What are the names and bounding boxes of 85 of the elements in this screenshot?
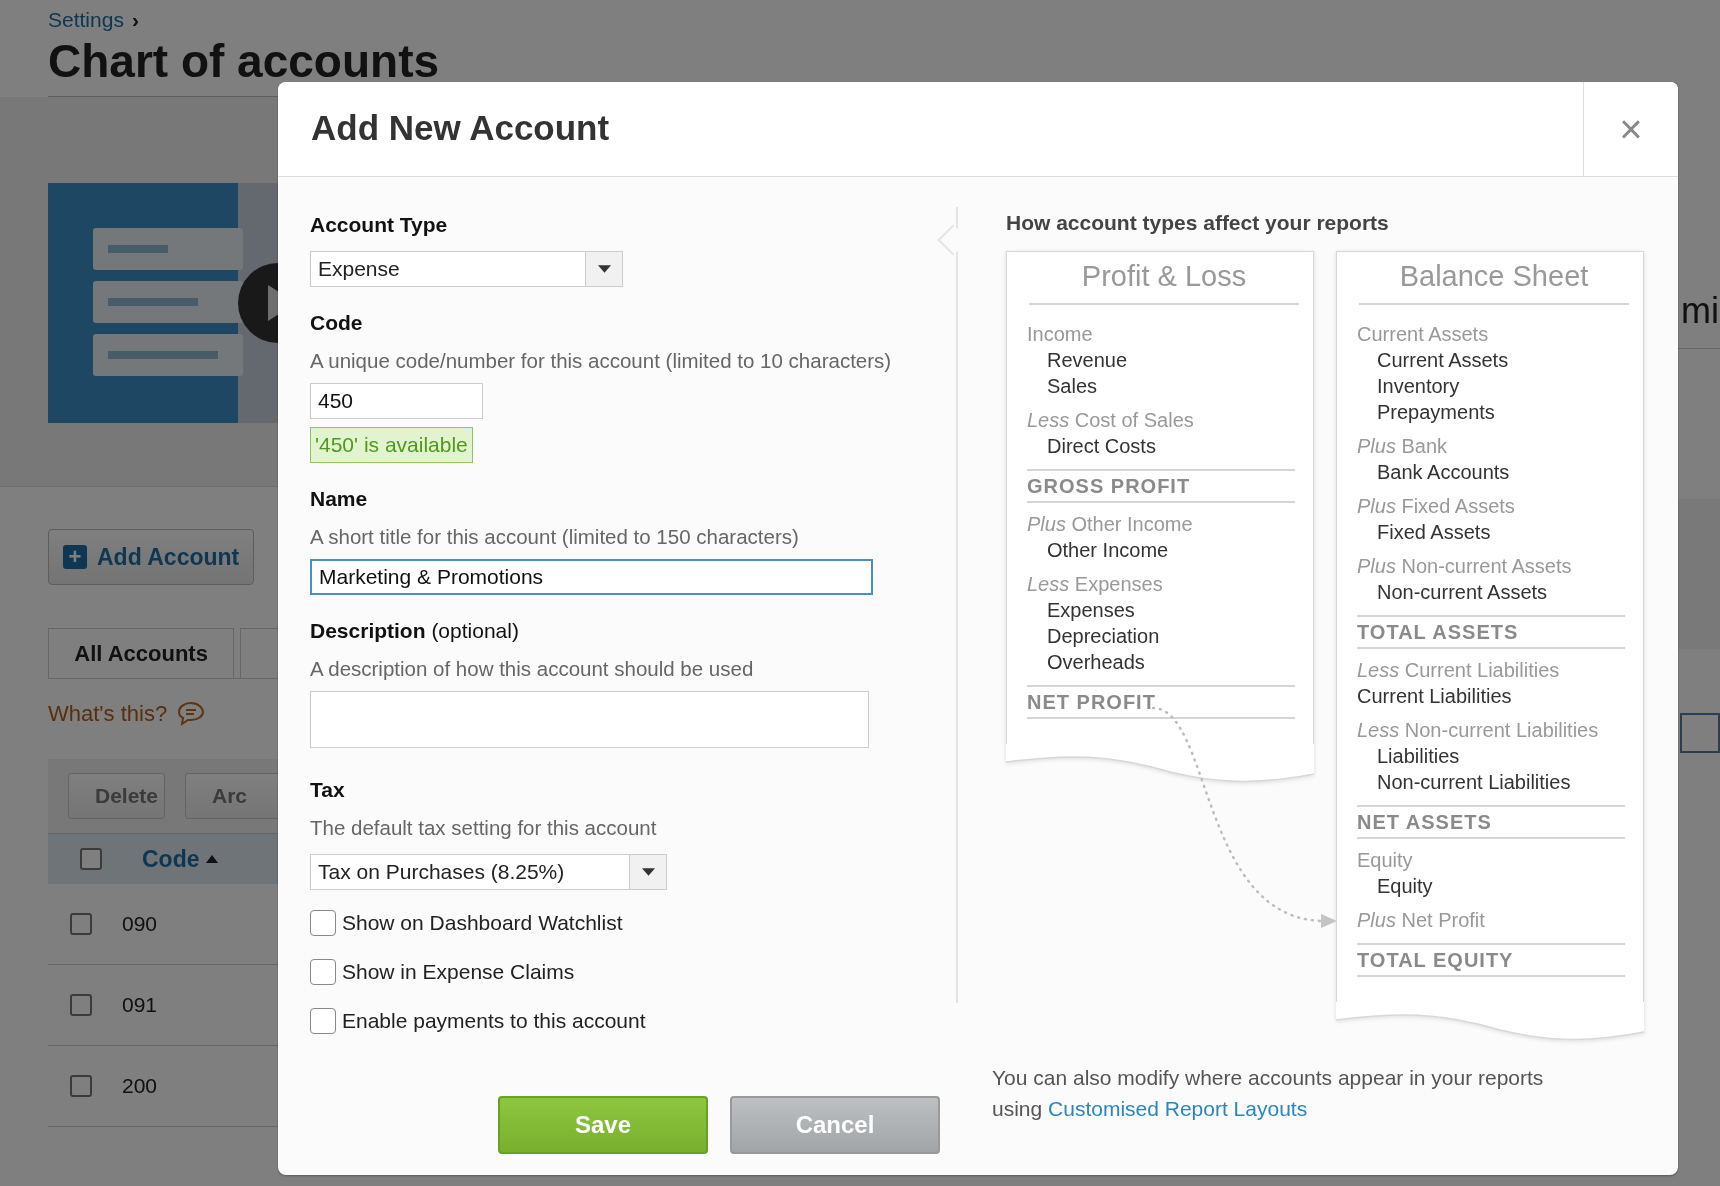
column-header[interactable]: Code: [142, 845, 200, 873]
field-help: A unique code/number for this account (limited to 10 characters): [310, 349, 893, 373]
field-label: Code: [310, 311, 364, 335]
account-type-select[interactable]: Expense: [310, 251, 623, 287]
tab[interactable]: All Accounts: [48, 628, 235, 678]
report-line: Direct Costs: [1047, 435, 1156, 457]
report-line: Income: [1027, 323, 1093, 345]
breadcrumb-link[interactable]: Settings: [48, 8, 124, 31]
table-cell: 091: [122, 993, 158, 1017]
reports-heading: How account types affect your reports: [1006, 211, 1390, 235]
input-field[interactable]: [1680, 713, 1720, 753]
close-button[interactable]: ×: [1583, 82, 1678, 176]
dropdown-arrow-icon: [597, 265, 611, 273]
report-line: Less Current Liabilities: [1357, 659, 1560, 681]
checkbox[interactable]: [310, 910, 336, 936]
report-layouts-link[interactable]: Customised Report Layouts: [1048, 1097, 1308, 1120]
field-label: Account Type: [310, 213, 449, 237]
report-line: NET ASSETS: [1357, 811, 1492, 833]
report-line: Sales: [1047, 375, 1098, 397]
report-line: Expenses: [1047, 599, 1135, 621]
field-help: The default tax setting for this account: [310, 816, 658, 840]
report-line: GROSS PROFIT: [1027, 475, 1191, 497]
report-line: Less Expenses: [1027, 573, 1163, 595]
report-line: Current Assets: [1357, 323, 1489, 345]
toolbar-button[interactable]: Delete: [68, 773, 166, 819]
report-line: TOTAL ASSETS: [1357, 621, 1519, 643]
report-line: TOTAL EQUITY: [1357, 949, 1514, 971]
cancel-button[interactable]: Cancel: [730, 1096, 940, 1154]
code-field[interactable]: 450: [310, 383, 483, 419]
checkbox[interactable]: [310, 1008, 336, 1034]
field-label: Description (optional): [310, 619, 520, 643]
checkbox[interactable]: [80, 848, 102, 870]
report-line: Non-current Assets: [1377, 581, 1548, 603]
checkbox-label[interactable]: Show in Expense Claims: [342, 960, 575, 984]
speech-bubble-icon: [177, 701, 206, 727]
report-line: Revenue: [1047, 349, 1128, 371]
field-label: Tax: [310, 778, 346, 802]
dialog-title: Add New Account: [310, 107, 611, 149]
report-line: Current Liabilities: [1357, 685, 1512, 707]
save-button[interactable]: Save: [498, 1096, 708, 1154]
tax-select[interactable]: Tax on Purchases (8.25%): [310, 854, 667, 890]
report-line: Plus Non-current Assets: [1357, 555, 1572, 577]
page-text: mi: [1681, 290, 1719, 331]
report-line: Inventory: [1377, 375, 1460, 397]
checkbox[interactable]: [70, 994, 92, 1016]
report-line: Depreciation: [1047, 625, 1160, 647]
report-note: You can also modify where accounts appear in your reports using Customised Report Layouts: [992, 1065, 1545, 1122]
checkbox-label[interactable]: Enable payments to this account: [342, 1009, 646, 1033]
report-line: Other Income: [1047, 539, 1169, 561]
table-cell: 090: [122, 912, 158, 936]
help-link[interactable]: What's this?: [48, 701, 168, 727]
report-line: Less Non-current Liabilities: [1357, 719, 1599, 741]
name-field[interactable]: Marketing & Promotions: [310, 559, 873, 595]
sort-ascending-icon: [205, 855, 218, 863]
report-line: Equity: [1377, 875, 1433, 897]
field-label: Name: [310, 487, 369, 511]
availability-message: '450' is available: [310, 427, 473, 463]
report-title: Balance Sheet: [1359, 260, 1629, 305]
checkbox-label[interactable]: Show on Dashboard Watchlist: [342, 911, 623, 935]
report-line: Less Cost of Sales: [1027, 409, 1194, 431]
add-account-button[interactable]: + Add Account: [48, 529, 255, 585]
report-line: NET PROFIT: [1027, 691, 1156, 713]
description-field[interactable]: [310, 691, 869, 748]
report-line: Plus Net Profit: [1357, 909, 1485, 931]
field-help: A short title for this account (limited to 150 characters): [310, 525, 800, 549]
report-line: Plus Fixed Assets: [1357, 495, 1515, 517]
table-cell: 200: [122, 1074, 158, 1098]
checkbox[interactable]: [70, 1075, 92, 1097]
report-line: Non-current Liabilities: [1377, 771, 1571, 793]
breadcrumb-separator: ›: [131, 8, 139, 31]
report-line: Prepayments: [1377, 401, 1495, 423]
report-line: Plus Bank: [1357, 435, 1448, 457]
toolbar-button[interactable]: Arc: [185, 773, 280, 819]
checkbox[interactable]: [70, 913, 92, 935]
report-line: Liabilities: [1377, 745, 1460, 767]
report-line: Current Assets: [1377, 349, 1509, 371]
report-line: Equity: [1357, 849, 1413, 871]
dropdown-arrow-icon: [641, 868, 655, 876]
report-line: Fixed Assets: [1377, 521, 1491, 543]
checkbox[interactable]: [310, 959, 336, 985]
report-line: Overheads: [1047, 651, 1145, 673]
report-title: Profit & Loss: [1029, 260, 1299, 305]
report-line: Bank Accounts: [1377, 461, 1510, 483]
report-line: Plus Other Income: [1027, 513, 1193, 535]
field-help: A description of how this account should be used: [310, 657, 755, 681]
